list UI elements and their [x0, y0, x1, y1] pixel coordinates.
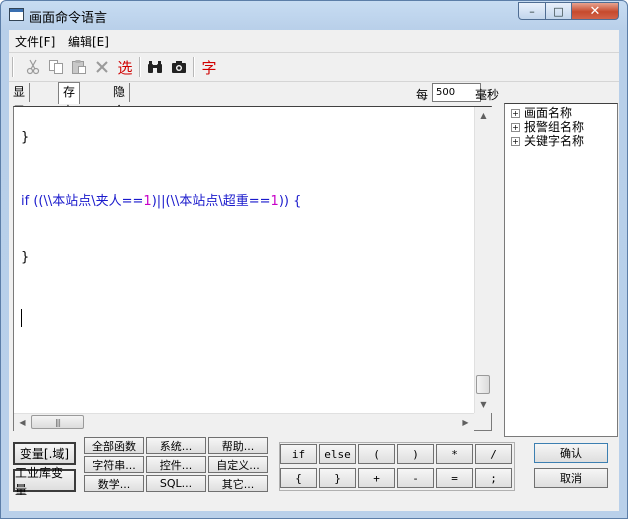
interval-unit: 毫秒: [475, 88, 500, 102]
tab-hidden[interactable]: 隐含时: [109, 83, 131, 137]
scroll-up-icon[interactable]: ▲: [475, 107, 492, 124]
code-line: }: [21, 250, 30, 265]
name-tree[interactable]: + 画面名称 + 报警组名称 + 关键字名称: [504, 103, 618, 437]
tree-item-keyword-names[interactable]: + 关键字名称: [511, 134, 584, 148]
paste-icon[interactable]: [69, 57, 89, 77]
operator-close-paren-button[interactable]: ): [397, 444, 434, 464]
tree-item-label: 报警组名称: [524, 120, 585, 134]
vertical-scroll-thumb[interactable]: [476, 375, 490, 394]
code-line: }: [21, 130, 30, 145]
maximize-button[interactable]: □: [545, 2, 572, 20]
toolbar: 选 字: [9, 52, 619, 82]
code-number: 1: [143, 194, 152, 209]
cancel-button[interactable]: 取消: [534, 468, 608, 488]
text-caret: [21, 309, 22, 327]
toolbar-grip: [12, 57, 14, 77]
delete-icon[interactable]: [92, 57, 112, 77]
operator-divide-button[interactable]: /: [475, 444, 512, 464]
code-text-segment: )) {: [278, 194, 302, 209]
operator-open-brace-button[interactable]: {: [280, 468, 317, 488]
operator-open-paren-button[interactable]: (: [358, 444, 395, 464]
title-bar[interactable]: 画面命令语言 – □ ✕: [1, 1, 627, 29]
variable-button[interactable]: 变量[.域]: [13, 442, 76, 465]
ok-button[interactable]: 确认: [534, 443, 608, 463]
operator-minus-button[interactable]: -: [397, 468, 434, 488]
operator-multiply-button[interactable]: *: [436, 444, 473, 464]
expand-icon[interactable]: +: [511, 136, 520, 146]
custom-button[interactable]: 自定义...: [208, 456, 268, 473]
system-button[interactable]: 系统...: [146, 437, 206, 454]
code-line: if ((\\本站点\夹人==1)||(\\本站点\超重==1)) {: [21, 190, 301, 209]
binoculars-icon[interactable]: [145, 57, 165, 77]
close-button[interactable]: ✕: [571, 2, 619, 20]
tree-item-label: 画面名称: [524, 106, 573, 120]
menu-edit[interactable]: 编辑[E]: [68, 33, 109, 50]
main-window: 画面命令语言 – □ ✕ 文件[F] 编辑[E] 选 字 显 存 隐 每 500…: [0, 0, 628, 519]
horizontal-scrollbar[interactable]: ◀ ||| ▶: [14, 413, 474, 431]
all-functions-button[interactable]: 全部函数: [84, 437, 144, 454]
code-keyword: if: [21, 194, 30, 209]
toolbar-separator: [139, 57, 141, 77]
tab-display[interactable]: 显示时: [9, 83, 31, 137]
math-button[interactable]: 数学...: [84, 475, 144, 492]
app-icon: [9, 8, 24, 21]
expand-icon[interactable]: +: [511, 122, 520, 132]
string-button[interactable]: 字符串...: [84, 456, 144, 473]
sql-button[interactable]: SQL...: [146, 475, 206, 492]
interval-label: 每: [416, 88, 429, 102]
client-area: 文件[F] 编辑[E] 选 字 显 存 隐 每 500 毫秒} if ((\\…: [9, 30, 619, 511]
scroll-down-icon[interactable]: ▼: [475, 396, 492, 413]
scroll-right-icon[interactable]: ▶: [457, 414, 474, 431]
interval-input[interactable]: [432, 83, 481, 102]
copy-icon[interactable]: [46, 57, 66, 77]
scroll-left-icon[interactable]: ◀: [14, 414, 31, 431]
window-title: 画面命令语言: [29, 11, 108, 26]
operator-semicolon-button[interactable]: ;: [475, 468, 512, 488]
tree-item-screen-names[interactable]: + 画面名称: [511, 106, 572, 120]
menu-file[interactable]: 文件[F]: [15, 33, 55, 50]
code-number: 1: [270, 194, 279, 209]
tree-item-alarm-group-names[interactable]: + 报警组名称: [511, 120, 584, 134]
select-button[interactable]: 选: [115, 57, 135, 77]
tab-exist[interactable]: 存在时: [58, 82, 81, 137]
vertical-scrollbar[interactable]: ▲ ▼: [474, 107, 492, 413]
scroll-corner: [474, 413, 491, 430]
code-editor[interactable]: } if ((\\本站点\夹人==1)||(\\本站点\超重==1)) { } …: [13, 106, 492, 431]
industrial-variable-button[interactable]: 工业库变量: [13, 466, 76, 497]
camera-icon[interactable]: [169, 57, 189, 77]
tree-item-label: 关键字名称: [524, 134, 585, 148]
expand-icon[interactable]: +: [511, 108, 520, 118]
help-button[interactable]: 帮助...: [208, 437, 268, 454]
operator-if-button[interactable]: if: [280, 444, 317, 464]
cut-icon[interactable]: [23, 57, 43, 77]
toolbar-separator: [193, 57, 195, 77]
code-text-segment: ((\\本站点\夹人==: [29, 194, 144, 209]
code-text-segment: )||(\\本站点\超重==: [151, 194, 271, 209]
menu-bar: 文件[F] 编辑[E]: [9, 30, 619, 49]
operator-plus-button[interactable]: +: [358, 468, 395, 488]
minimize-button[interactable]: –: [518, 2, 546, 20]
font-button[interactable]: 字: [199, 57, 219, 77]
operator-close-brace-button[interactable]: }: [319, 468, 356, 488]
operator-else-button[interactable]: else: [319, 444, 356, 464]
code-text: } if ((\\本站点\夹人==1)||(\\本站点\超重==1)) { }: [21, 107, 301, 265]
other-button[interactable]: 其它...: [208, 475, 268, 492]
operator-equals-button[interactable]: =: [436, 468, 473, 488]
horizontal-scroll-thumb[interactable]: |||: [31, 415, 84, 429]
control-button[interactable]: 控件...: [146, 456, 206, 473]
